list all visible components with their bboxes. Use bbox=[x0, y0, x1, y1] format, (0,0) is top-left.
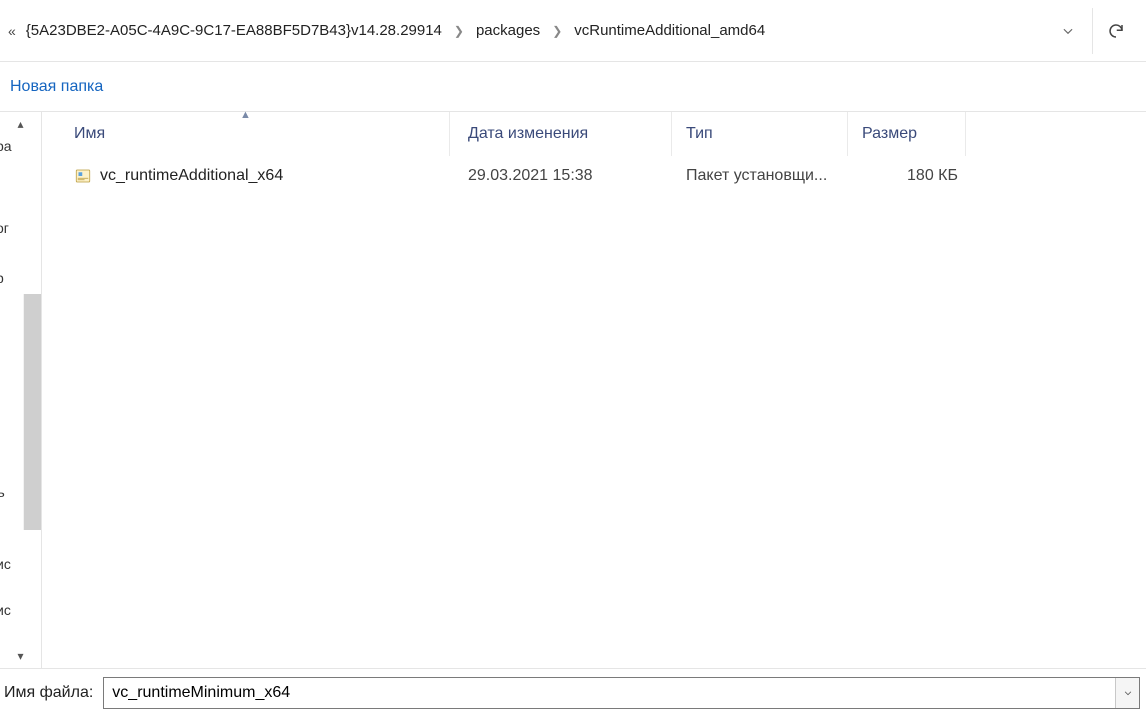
nav-item-fragment[interactable]: ог bbox=[0, 220, 28, 236]
file-name: vc_runtimeAdditional_x64 bbox=[100, 167, 283, 185]
breadcrumb-segment[interactable]: packages bbox=[470, 16, 546, 45]
file-type-cell: Пакет установщи... bbox=[672, 167, 848, 185]
breadcrumb-overflow-icon[interactable]: « bbox=[6, 23, 20, 39]
column-header-size[interactable]: Размер bbox=[848, 112, 966, 156]
file-list-pane: ▲ Имя Дата изменения Тип Размер bbox=[42, 112, 1146, 668]
breadcrumb-segment[interactable]: vcRuntimeAdditional_amd64 bbox=[568, 16, 771, 45]
chevron-right-icon[interactable]: ❯ bbox=[546, 24, 568, 38]
filename-label: Имя файла: bbox=[0, 684, 103, 702]
column-header-date[interactable]: Дата изменения bbox=[450, 112, 672, 156]
navigation-pane[interactable]: ▴ ра ог р ъ ис ис ▾ bbox=[0, 112, 42, 668]
column-header-label: Тип bbox=[686, 125, 713, 143]
breadcrumb[interactable]: « {5A23DBE2-A05C-4A9C-9C17-EA88BF5D7B43}… bbox=[0, 0, 1048, 61]
file-name-cell[interactable]: vc_runtimeAdditional_x64 bbox=[42, 167, 450, 185]
chevron-down-icon bbox=[1123, 688, 1133, 698]
new-folder-button[interactable]: Новая папка bbox=[0, 70, 113, 104]
nav-item-fragment[interactable]: ис bbox=[0, 602, 28, 618]
address-history-dropdown[interactable] bbox=[1048, 11, 1088, 51]
file-dialog-root: « {5A23DBE2-A05C-4A9C-9C17-EA88BF5D7B43}… bbox=[0, 0, 1146, 717]
filename-field-wrapper bbox=[103, 677, 1140, 709]
filename-dropdown-button[interactable] bbox=[1115, 678, 1139, 708]
nav-item-fragment[interactable]: ра bbox=[0, 138, 28, 154]
table-row[interactable]: vc_runtimeAdditional_x64 29.03.2021 15:3… bbox=[42, 156, 1146, 196]
scrollbar-thumb[interactable] bbox=[23, 294, 41, 530]
refresh-icon bbox=[1107, 22, 1125, 40]
refresh-button[interactable] bbox=[1092, 8, 1138, 54]
nav-item-fragment[interactable]: ис bbox=[0, 556, 28, 572]
column-header-label: Размер bbox=[862, 125, 917, 143]
main-area: ▴ ра ог р ъ ис ис ▾ ▲ Имя Дата изменения… bbox=[0, 112, 1146, 668]
address-bar: « {5A23DBE2-A05C-4A9C-9C17-EA88BF5D7B43}… bbox=[0, 0, 1146, 62]
filename-input[interactable] bbox=[103, 677, 1140, 709]
file-size-cell: 180 КБ bbox=[848, 167, 966, 185]
chevron-right-icon[interactable]: ❯ bbox=[448, 24, 470, 38]
breadcrumb-segment[interactable]: {5A23DBE2-A05C-4A9C-9C17-EA88BF5D7B43}v1… bbox=[20, 16, 448, 45]
scroll-up-icon[interactable]: ▴ bbox=[0, 112, 41, 136]
column-headers: ▲ Имя Дата изменения Тип Размер bbox=[42, 112, 1146, 156]
column-header-label: Имя bbox=[74, 125, 105, 143]
file-date-cell: 29.03.2021 15:38 bbox=[450, 167, 672, 185]
column-header-name[interactable]: ▲ Имя bbox=[42, 112, 450, 156]
toolbar: Новая папка bbox=[0, 62, 1146, 112]
msi-package-icon bbox=[74, 167, 92, 185]
column-header-label: Дата изменения bbox=[468, 125, 588, 143]
scroll-down-icon[interactable]: ▾ bbox=[0, 644, 41, 668]
chevron-down-icon bbox=[1061, 24, 1075, 38]
column-header-type[interactable]: Тип bbox=[672, 112, 848, 156]
sort-ascending-icon: ▲ bbox=[240, 109, 251, 121]
filename-bar: Имя файла: bbox=[0, 668, 1146, 717]
nav-item-fragment[interactable]: р bbox=[0, 270, 28, 286]
file-list[interactable]: vc_runtimeAdditional_x64 29.03.2021 15:3… bbox=[42, 156, 1146, 668]
